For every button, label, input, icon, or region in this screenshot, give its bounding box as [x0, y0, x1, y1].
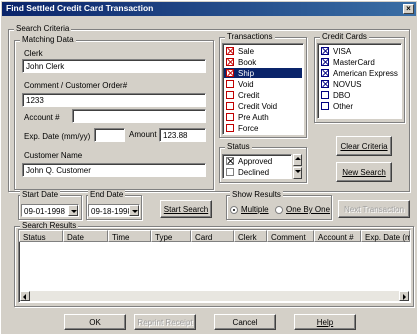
start-search-button[interactable]: Start Search	[160, 200, 212, 218]
end-date-label: End Date	[88, 190, 126, 199]
credit-cards-label: Credit Cards	[320, 32, 369, 41]
transaction-book[interactable]: Book	[226, 57, 256, 67]
search-results-table[interactable]: Status Date Time Type Card Clerk Comment…	[18, 229, 411, 303]
radio-one-by-one[interactable]: One By One	[275, 205, 330, 214]
card-amex[interactable]: American Express	[321, 68, 398, 78]
checkbox-icon[interactable]	[321, 47, 329, 55]
clear-criteria-button[interactable]: Clear Criteria	[336, 136, 392, 156]
account-label: Account #	[24, 113, 60, 122]
transaction-force[interactable]: Force	[226, 123, 258, 133]
account-input[interactable]	[72, 109, 206, 123]
transaction-ship[interactable]: Ship	[224, 68, 302, 78]
title-bar: Find Settled Credit Card Transaction ×	[2, 2, 416, 16]
transaction-void[interactable]: Void	[226, 79, 254, 89]
arrow-right-icon	[403, 294, 406, 300]
comment-input[interactable]: 1233	[22, 93, 206, 107]
checkbox-icon[interactable]	[226, 91, 234, 99]
status-declined[interactable]: Declined	[226, 167, 269, 177]
column-header-clerk[interactable]: Clerk	[234, 230, 267, 242]
column-header-comment[interactable]: Comment	[267, 230, 314, 242]
dropdown-arrow-icon[interactable]	[129, 205, 139, 216]
comment-label: Comment / Customer Order#	[24, 81, 128, 90]
card-other[interactable]: Other	[321, 101, 353, 111]
search-criteria-label: Search Criteria	[14, 24, 72, 33]
column-header-card[interactable]: Card	[191, 230, 234, 242]
radio-multiple[interactable]: Multiple	[230, 205, 269, 214]
status-approved[interactable]: Approved	[226, 156, 272, 166]
column-header-time[interactable]: Time	[108, 230, 151, 242]
close-button[interactable]: ×	[403, 4, 414, 14]
clerk-label: Clerk	[24, 49, 43, 58]
customer-name-input[interactable]: John Q. Customer	[22, 163, 206, 177]
checkbox-icon[interactable]	[226, 80, 234, 88]
transaction-credit[interactable]: Credit	[226, 90, 259, 100]
column-header-account[interactable]: Account #	[314, 230, 361, 242]
checkbox-icon[interactable]	[321, 91, 329, 99]
horizontal-scrollbar[interactable]	[20, 291, 409, 301]
credit-cards-list: VISA MasterCard American Express NOVUS D…	[317, 43, 402, 119]
radio-icon[interactable]	[275, 205, 283, 214]
new-search-button[interactable]: New Search	[336, 162, 392, 182]
checkbox-icon[interactable]	[226, 58, 234, 66]
card-mastercard[interactable]: MasterCard	[321, 57, 375, 67]
checkbox-icon[interactable]	[226, 102, 234, 110]
show-results-label: Show Results	[230, 190, 283, 199]
checkbox-icon[interactable]	[226, 168, 234, 176]
cancel-button[interactable]: Cancel	[214, 314, 276, 330]
exp-date-input[interactable]	[94, 128, 125, 142]
next-transaction-button[interactable]: Next Transaction	[338, 200, 410, 218]
status-scroll-up[interactable]	[293, 154, 302, 166]
customer-name-label: Customer Name	[24, 151, 83, 160]
amount-label: Amount	[129, 130, 157, 139]
transaction-sale[interactable]: Sale	[226, 46, 254, 56]
transaction-credit-void[interactable]: Credit Void	[226, 101, 277, 111]
column-header-date[interactable]: Date	[63, 230, 108, 242]
dropdown-arrow-icon[interactable]	[68, 205, 78, 216]
checkbox-icon[interactable]	[226, 47, 234, 55]
help-button[interactable]: Help	[294, 314, 356, 330]
amount-input[interactable]: 123.88	[159, 128, 206, 142]
status-label: Status	[225, 142, 252, 151]
card-novus[interactable]: NOVUS	[321, 79, 361, 89]
column-header-exp-date[interactable]: Exp. Date (m	[361, 230, 410, 242]
start-date-select[interactable]: 09-01-1998	[21, 204, 79, 217]
checkbox-icon[interactable]	[321, 102, 329, 110]
arrow-up-icon	[295, 157, 301, 160]
card-dbo[interactable]: DBO	[321, 90, 350, 100]
window-title: Find Settled Credit Card Transaction	[6, 3, 154, 13]
card-visa[interactable]: VISA	[321, 46, 351, 56]
exp-date-label: Exp. Date (mm/yy)	[24, 132, 91, 141]
checkbox-icon[interactable]	[321, 58, 329, 66]
column-header-status[interactable]: Status	[19, 230, 63, 242]
scroll-left-button[interactable]	[20, 291, 30, 301]
start-date-label: Start Date	[20, 190, 61, 199]
checkbox-icon[interactable]	[226, 69, 234, 77]
checkbox-icon[interactable]	[226, 157, 234, 165]
matching-data-label: Matching Data	[20, 35, 76, 44]
radio-icon[interactable]	[230, 205, 238, 214]
ok-button[interactable]: OK	[64, 314, 126, 330]
column-header-type[interactable]: Type	[151, 230, 191, 242]
end-date-select[interactable]: 09-18-1998	[88, 204, 140, 217]
clerk-input[interactable]: John Clerk	[22, 59, 206, 73]
arrow-left-icon	[23, 294, 26, 300]
transactions-label: Transactions	[225, 32, 275, 41]
status-list: Approved Declined	[222, 154, 292, 179]
status-scroll-down[interactable]	[293, 167, 302, 179]
arrow-down-icon	[295, 170, 301, 173]
reprint-receipt-button[interactable]: Reprint Receipt	[134, 314, 196, 330]
transactions-list: Sale Book Ship Void Credit Credit Void P…	[222, 43, 304, 135]
checkbox-icon[interactable]	[321, 80, 329, 88]
checkbox-icon[interactable]	[321, 69, 329, 77]
scroll-right-button[interactable]	[399, 291, 409, 301]
checkbox-icon[interactable]	[226, 113, 234, 121]
checkbox-icon[interactable]	[226, 124, 234, 132]
transaction-pre-auth[interactable]: Pre Auth	[226, 112, 269, 122]
